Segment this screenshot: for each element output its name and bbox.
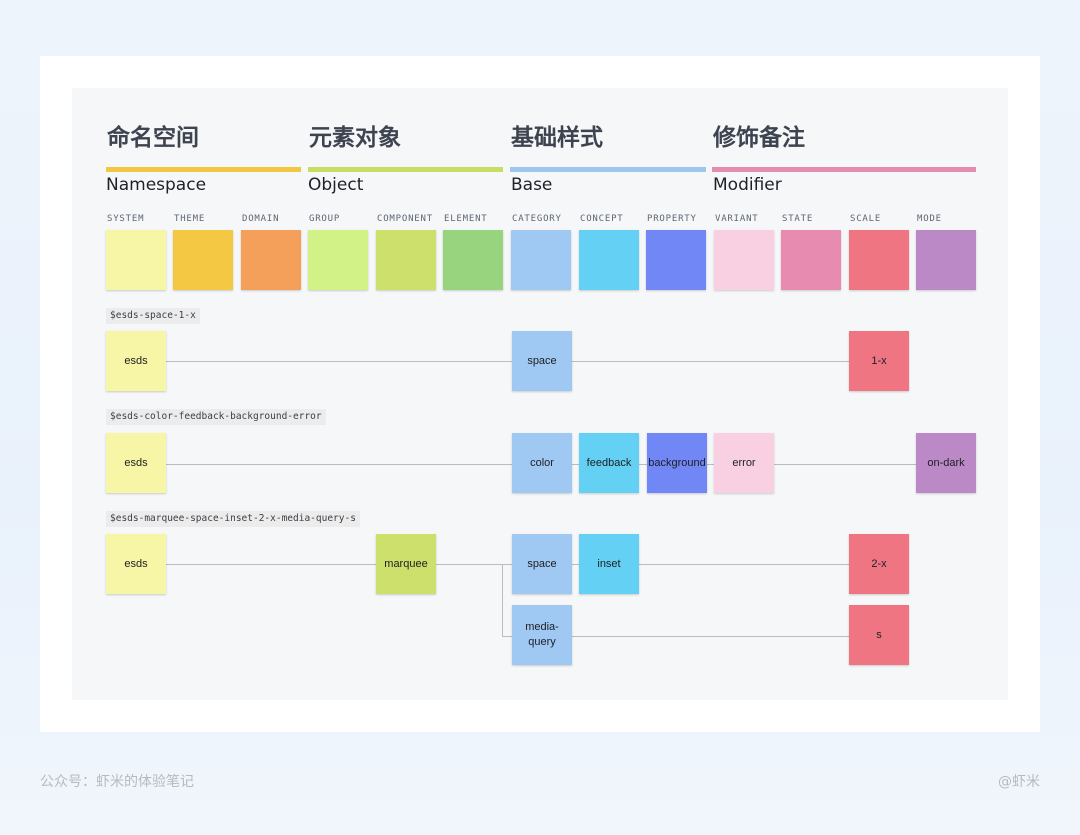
token-part-color: color [512, 433, 572, 493]
column-label-domain: DOMAIN [242, 214, 280, 224]
connector-line [166, 564, 849, 565]
swatch-element [443, 230, 503, 290]
token-part-background: background [647, 433, 707, 493]
swatch-property [646, 230, 706, 290]
connector-line [166, 361, 849, 362]
token-part-marquee: marquee [376, 534, 436, 594]
column-label-scale: SCALE [850, 214, 882, 224]
token-part-inset: inset [579, 534, 639, 594]
column-label-group: GROUP [309, 214, 341, 224]
column-label-mode: MODE [917, 214, 942, 224]
group-title-object-en: Object [308, 175, 364, 195]
column-label-state: STATE [782, 214, 814, 224]
column-label-category: CATEGORY [512, 214, 562, 224]
group-title-modifier-cn: 修饰备注 [713, 125, 805, 151]
token-part-s: s [849, 605, 909, 665]
token-part-esds: esds [106, 433, 166, 493]
group-bar-modifier [712, 167, 976, 172]
group-title-base-en: Base [511, 175, 553, 195]
group-title-modifier-en: Modifier [713, 175, 782, 195]
token-part-on-dark: on-dark [916, 433, 976, 493]
swatch-theme [173, 230, 233, 290]
group-title-namespace-cn: 命名空间 [107, 125, 199, 151]
group-title-namespace-en: Namespace [106, 175, 207, 195]
token-part-feedback: feedback [579, 433, 639, 493]
group-bar-object [308, 167, 503, 172]
column-label-element: ELEMENT [444, 214, 488, 224]
group-title-object-cn: 元素对象 [309, 125, 401, 151]
token-part-media-query: media- query [512, 605, 572, 665]
swatch-domain [241, 230, 301, 290]
swatch-system [106, 230, 166, 290]
footer-account-name: 公众号：虾米的体验笔记 [40, 774, 194, 790]
token-part-2-x: 2-x [849, 534, 909, 594]
branch-connector-vertical [502, 564, 503, 636]
swatch-category [511, 230, 571, 290]
group-title-base-cn: 基础样式 [511, 125, 603, 151]
token-label-example-2: $esds-color-feedback-background-error [106, 409, 326, 425]
swatch-group [308, 230, 368, 290]
group-bar-base [510, 167, 706, 172]
token-part-space: space [512, 331, 572, 391]
token-label-example-3: $esds-marquee-space-inset-2-x-media-quer… [106, 511, 360, 527]
token-part-esds: esds [106, 331, 166, 391]
swatch-variant [714, 230, 774, 290]
column-label-system: SYSTEM [107, 214, 145, 224]
swatch-mode [916, 230, 976, 290]
column-label-concept: CONCEPT [580, 214, 624, 224]
token-part-error: error [714, 433, 774, 493]
footer-author-handle: @虾米 [998, 774, 1040, 790]
swatch-component [376, 230, 436, 290]
token-label-example-1: $esds-space-1-x [106, 308, 200, 324]
column-label-component: COMPONENT [377, 214, 433, 224]
column-label-property: PROPERTY [647, 214, 697, 224]
column-label-variant: VARIANT [715, 214, 759, 224]
swatch-state [781, 230, 841, 290]
token-part-space: space [512, 534, 572, 594]
swatch-scale [849, 230, 909, 290]
column-label-theme: THEME [174, 214, 206, 224]
swatch-concept [579, 230, 639, 290]
group-bar-namespace [106, 167, 301, 172]
token-part-esds: esds [106, 534, 166, 594]
token-part-1-x: 1-x [849, 331, 909, 391]
